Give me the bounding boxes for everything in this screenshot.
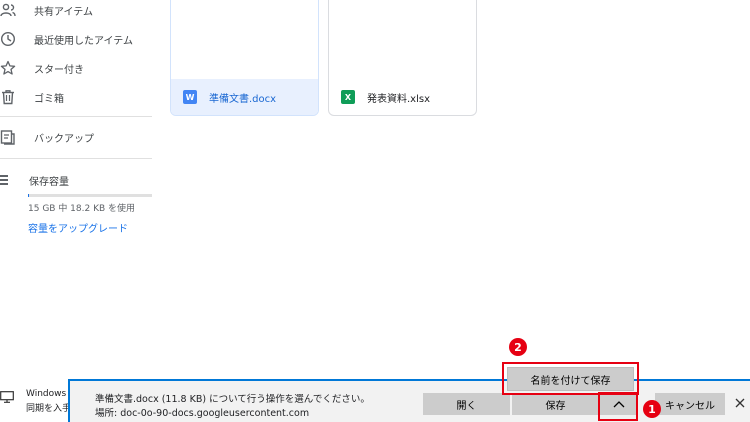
divider xyxy=(0,116,152,117)
storage-icon xyxy=(0,175,8,185)
save-options-button[interactable] xyxy=(600,393,638,415)
word-file-icon: W xyxy=(183,90,197,104)
notification-subtitle: 同期を入手 xyxy=(26,404,72,414)
sidebar-item-label: 最近使用したアイテム xyxy=(34,35,133,47)
save-as-menu-item[interactable]: 名前を付けて保存 xyxy=(507,367,634,391)
sidebar-item-recent[interactable]: 最近使用したアイテム xyxy=(0,27,152,51)
sidebar-item-label: ゴミ箱 xyxy=(34,93,64,105)
sidebar-item-starred[interactable]: スター付き xyxy=(0,56,152,80)
file-card-docx[interactable]: W 準備文書.docx xyxy=(170,0,319,116)
star-icon xyxy=(0,60,16,75)
notification-title: Windows xyxy=(26,389,67,399)
storage-label: 保存容量 xyxy=(29,177,69,188)
storage-bar xyxy=(28,194,152,197)
download-message: 準備文書.docx (11.8 KB) について行う操作を選んでください。 xyxy=(95,394,370,405)
sidebar-item-backup[interactable]: バックアップ xyxy=(0,125,152,149)
file-card-footer: X 発表資料.xlsx xyxy=(329,79,476,115)
download-location: 場所: doc-0o-90-docs.googleusercontent.com xyxy=(95,408,310,419)
divider xyxy=(0,158,152,159)
save-button[interactable]: 保存 xyxy=(512,393,599,415)
storage-bar-fill xyxy=(28,194,29,197)
excel-file-icon: X xyxy=(341,90,355,104)
sidebar-item-label: スター付き xyxy=(34,64,84,76)
step-badge-2: 2 xyxy=(509,338,527,356)
file-card-xlsx[interactable]: X 発表資料.xlsx xyxy=(328,0,477,116)
sidebar-item-shared[interactable]: 共有アイテム xyxy=(0,0,152,22)
close-icon[interactable] xyxy=(733,396,747,410)
file-name: 発表資料.xlsx xyxy=(367,93,431,105)
sidebar: 共有アイテム 最近使用したアイテム スター付き ゴミ箱 バックアップ 保存容量 … xyxy=(0,0,152,380)
cancel-button[interactable]: キャンセル xyxy=(655,393,725,415)
windows-notification-fragment[interactable]: Windows 同期を入手 xyxy=(0,385,72,422)
sidebar-item-label: バックアップ xyxy=(34,133,94,145)
monitor-icon xyxy=(0,391,14,403)
open-button[interactable]: 開く xyxy=(423,393,510,415)
step-badge-1: 1 xyxy=(643,400,661,418)
clock-icon xyxy=(0,31,16,47)
chevron-up-icon xyxy=(613,401,625,408)
people-icon xyxy=(0,3,16,17)
storage-usage-text: 15 GB 中 18.2 KB を使用 xyxy=(28,204,136,214)
backup-icon xyxy=(0,130,15,145)
trash-icon xyxy=(2,90,14,105)
file-name: 準備文書.docx xyxy=(209,93,277,105)
sidebar-item-trash[interactable]: ゴミ箱 xyxy=(0,85,152,109)
sidebar-item-label: 共有アイテム xyxy=(34,6,93,18)
upgrade-storage-link[interactable]: 容量をアップグレード xyxy=(28,220,128,235)
file-card-footer: W 準備文書.docx xyxy=(171,79,318,115)
